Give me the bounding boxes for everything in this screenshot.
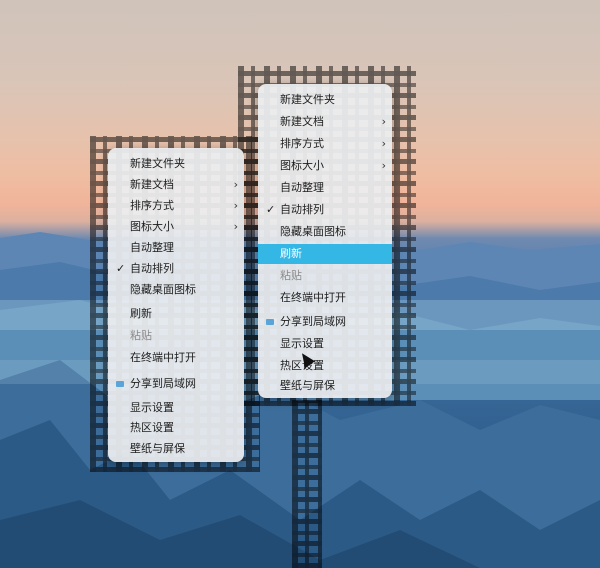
menu-item[interactable]: 排序方式 ›	[258, 134, 392, 154]
menu-item[interactable]: ✓ 自动排列	[108, 259, 244, 279]
menu-item-label: 在终端中打开	[280, 291, 346, 304]
menu-item-label: 壁纸与屏保	[280, 379, 335, 392]
menu-item-label: 新建文件夹	[130, 157, 185, 170]
menu-item[interactable]: ✓ 自动排列	[258, 200, 392, 220]
context-menu-left[interactable]: 新建文件夹新建文档 › 排序方式 › 图标大小 › 自动整理 ✓ 自动排列隐藏桌面图标 刷新粘贴在…	[108, 148, 244, 462]
chevron-right-icon: ›	[233, 220, 238, 233]
menu-item-label: 分享到局域网	[280, 315, 346, 328]
menu-item: 粘贴	[108, 326, 244, 346]
menu-item[interactable]: 图标大小 ›	[258, 156, 392, 176]
menu-item-label: 自动排列	[130, 262, 174, 275]
share-icon	[116, 381, 124, 387]
menu-item[interactable]: 壁纸与屏保	[258, 376, 392, 396]
menu-item-label: 刷新	[280, 247, 302, 260]
menu-item[interactable]: 显示设置	[108, 398, 244, 418]
menu-item[interactable]: 新建文档 ›	[108, 175, 244, 195]
menu-item: 粘贴	[258, 266, 392, 286]
share-icon	[266, 319, 274, 325]
menu-item-label: 在终端中打开	[130, 351, 196, 364]
menu-item[interactable]: 新建文件夹	[258, 90, 392, 110]
menu-item[interactable]: 分享到局域网	[108, 374, 244, 394]
desktop-wallpaper[interactable]: 新建文件夹 新建文档 › 排序方式 › 图标大小 › 自动整理 ✓ 自动排列 隐藏桌面图标 刷新 粘贴在…	[0, 0, 600, 568]
menu-item-label: 显示设置	[130, 401, 174, 414]
menu-item[interactable]: 自动整理	[108, 238, 244, 258]
chevron-right-icon: ›	[233, 178, 238, 191]
chevron-right-icon: ›	[381, 159, 386, 172]
menu-item-label: 排序方式	[280, 137, 324, 150]
menu-item[interactable]: 隐藏桌面图标	[108, 280, 244, 300]
menu-item[interactable]: 刷新	[258, 244, 392, 264]
menu-item-label: 粘贴	[130, 329, 152, 342]
menu-item-label: 新建文档	[280, 115, 324, 128]
menu-item-label: 粘贴	[280, 269, 302, 282]
menu-item[interactable]: 在终端中打开	[108, 348, 244, 368]
menu-item[interactable]: 图标大小 ›	[108, 217, 244, 237]
menu-item-label: 图标大小	[130, 220, 174, 233]
menu-item-label: 刷新	[130, 307, 152, 320]
menu-item[interactable]: 在终端中打开	[258, 288, 392, 308]
menu-item[interactable]: 显示设置	[258, 334, 392, 354]
menu-item[interactable]: 壁纸与屏保	[108, 439, 244, 459]
menu-item-label: 壁纸与屏保	[130, 442, 185, 455]
menu-item-label: 隐藏桌面图标	[130, 283, 196, 296]
menu-item-label: 显示设置	[280, 337, 324, 350]
menu-item[interactable]: 新建文档 ›	[258, 112, 392, 132]
menu-item-label: 图标大小	[280, 159, 324, 172]
menu-item-label: 分享到局域网	[130, 377, 196, 390]
chevron-right-icon: ›	[381, 115, 386, 128]
menu-item[interactable]: 热区设置	[258, 356, 392, 376]
menu-item[interactable]: 刷新	[108, 304, 244, 324]
menu-item-label: 隐藏桌面图标	[280, 225, 346, 238]
menu-item[interactable]: 自动整理	[258, 178, 392, 198]
menu-item-label: 自动排列	[280, 203, 324, 216]
menu-item[interactable]: 热区设置	[108, 418, 244, 438]
menu-item[interactable]: 隐藏桌面图标	[258, 222, 392, 242]
menu-item-label: 自动整理	[280, 181, 324, 194]
menu-item-label: 自动整理	[130, 241, 174, 254]
menu-item[interactable]: 排序方式 ›	[108, 196, 244, 216]
context-menu-right[interactable]: 新建文件夹新建文档 › 排序方式 › 图标大小 › 自动整理 ✓ 自动排列隐藏桌面图标 刷新粘贴在…	[258, 84, 392, 398]
menu-item-label: 排序方式	[130, 199, 174, 212]
menu-item[interactable]: 分享到局域网	[258, 312, 392, 332]
checkmark-icon: ✓	[116, 262, 126, 275]
menu-item-label: 新建文件夹	[280, 93, 335, 106]
chevron-right-icon: ›	[233, 199, 238, 212]
menu-item-label: 热区设置	[130, 421, 174, 434]
menu-item-label: 新建文档	[130, 178, 174, 191]
menu-item[interactable]: 新建文件夹	[108, 154, 244, 174]
chevron-right-icon: ›	[381, 137, 386, 150]
checkmark-icon: ✓	[266, 203, 276, 216]
